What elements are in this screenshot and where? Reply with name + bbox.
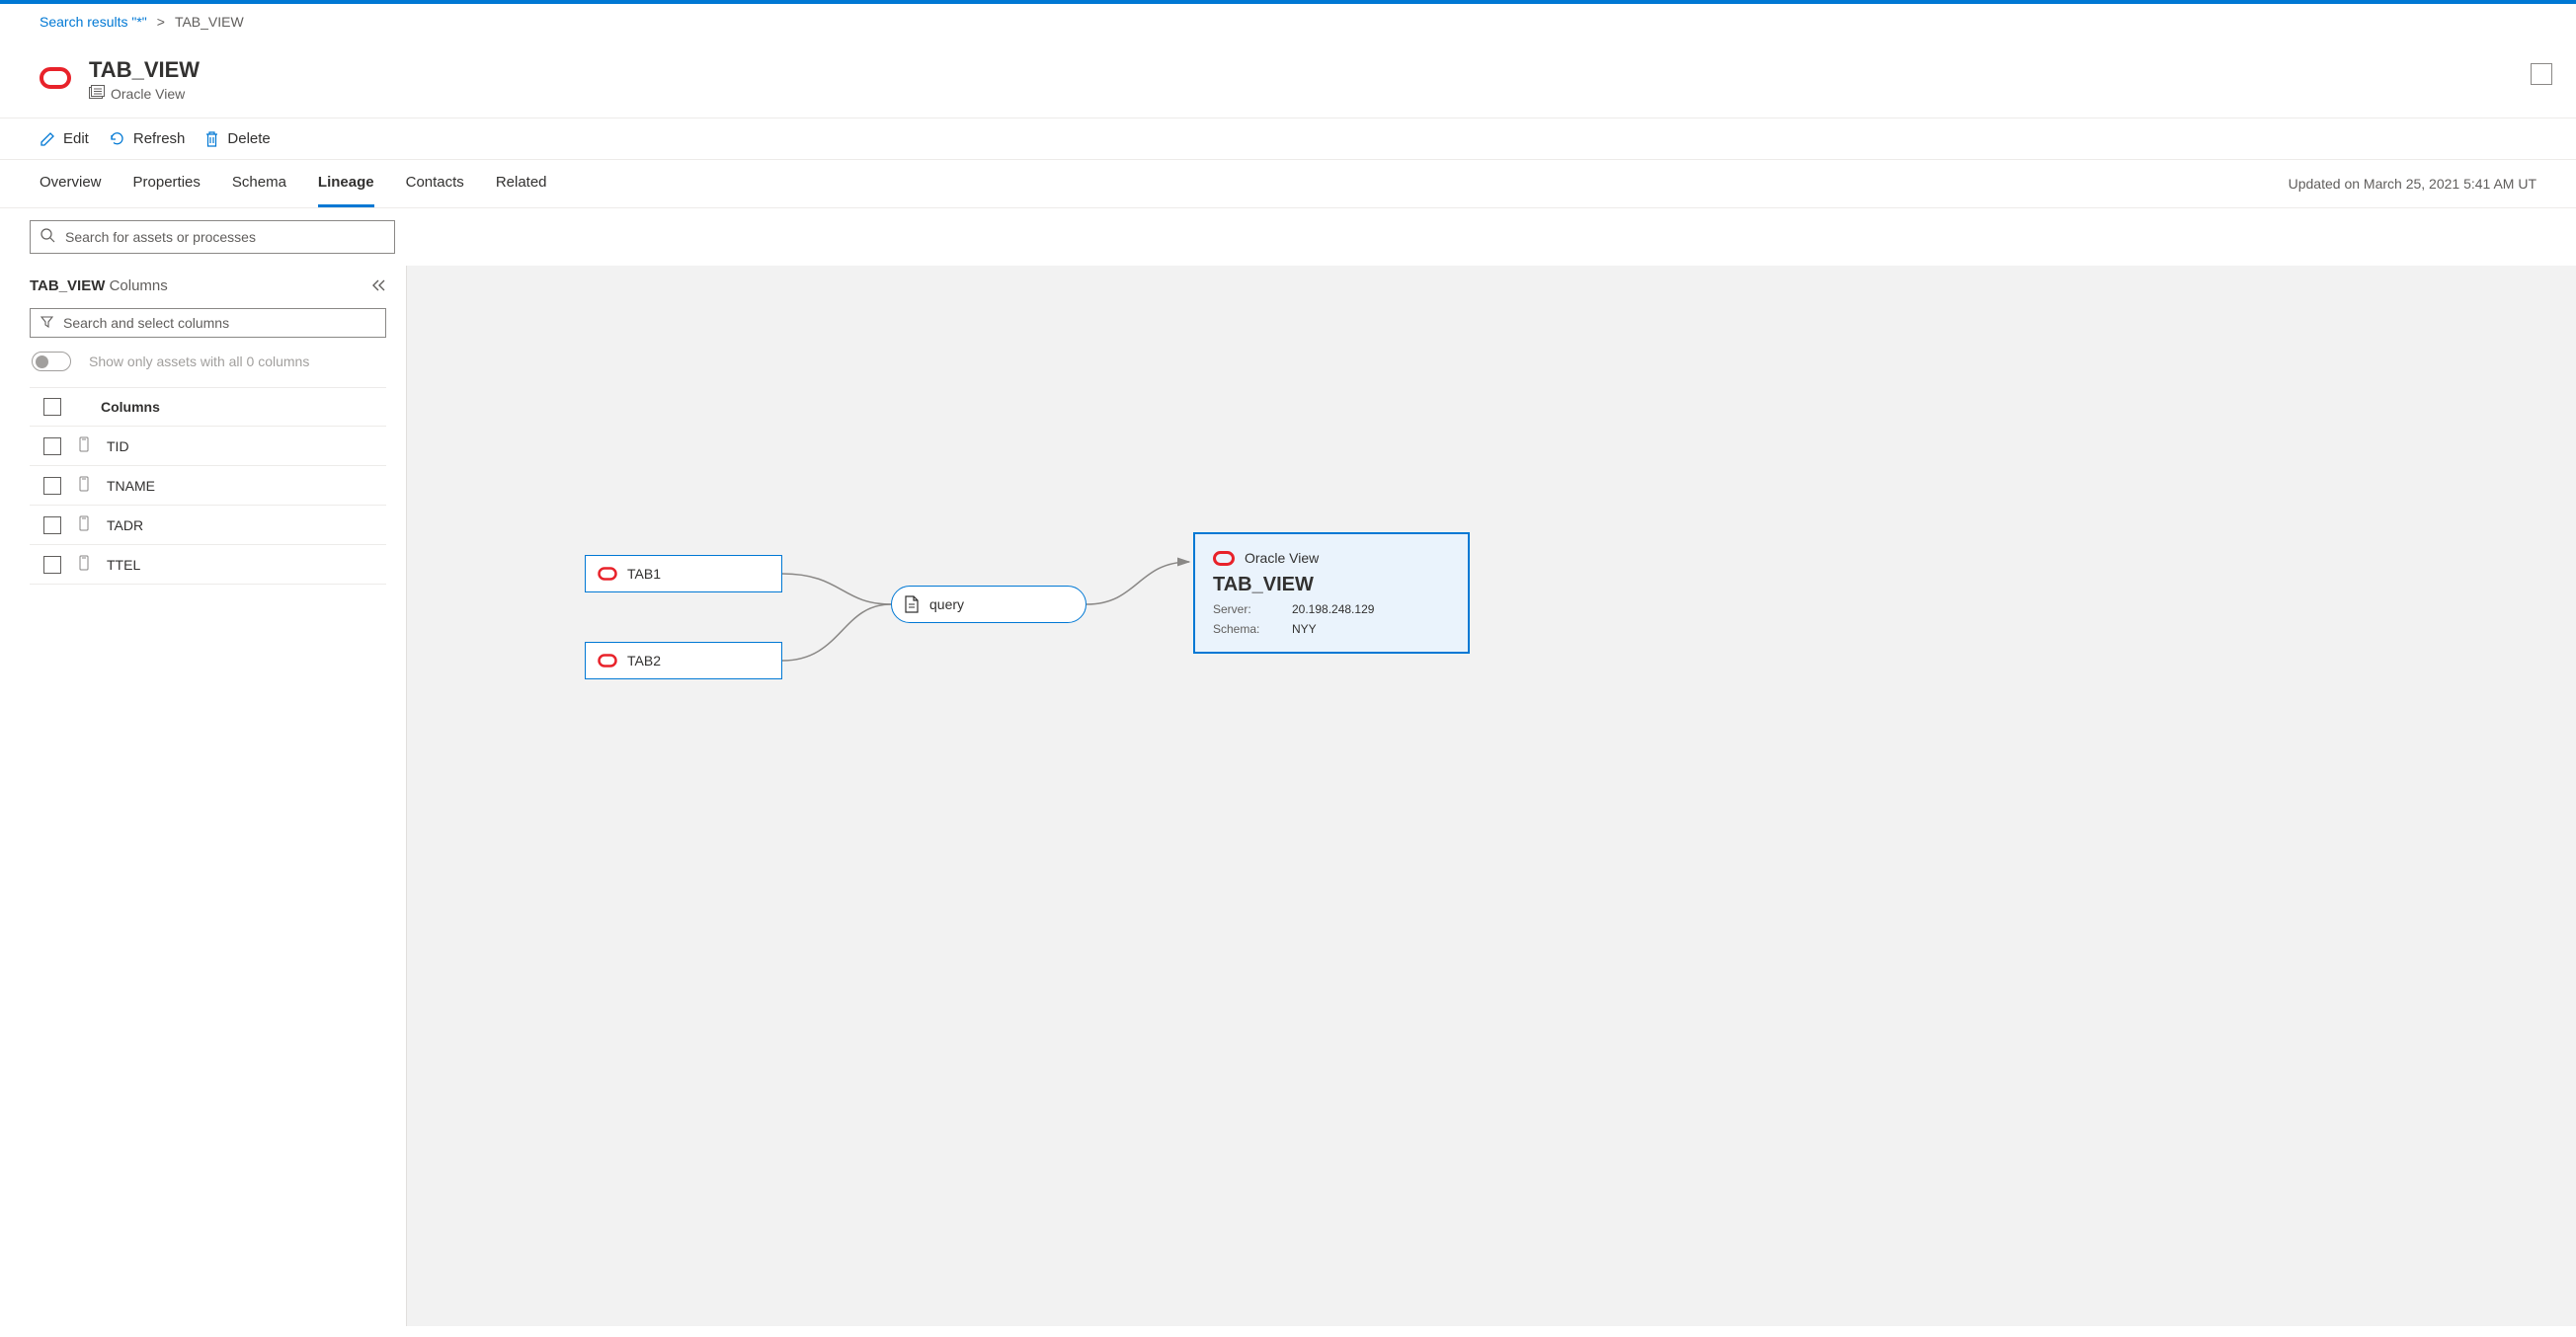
column-name: TADR	[107, 517, 143, 533]
panel-header: TAB_VIEW Columns	[30, 277, 386, 294]
lineage-node-label: query	[929, 596, 964, 612]
page-header: TAB_VIEW Oracle View	[0, 39, 2576, 118]
column-name: TTEL	[107, 557, 140, 573]
column-row[interactable]: TTEL	[30, 545, 386, 585]
lineage-node-detail[interactable]: Oracle View TAB_VIEW Server: 20.198.248.…	[1193, 532, 1470, 654]
breadcrumb-current: TAB_VIEW	[175, 14, 244, 30]
column-row[interactable]: TID	[30, 427, 386, 466]
oracle-icon	[598, 567, 617, 581]
search-input[interactable]	[65, 229, 384, 245]
lineage-edges	[407, 266, 2576, 1326]
edit-label: Edit	[63, 130, 89, 147]
lineage-node-query[interactable]: query	[891, 586, 1087, 623]
column-icon	[79, 476, 89, 495]
panel-title: TAB_VIEW	[30, 277, 105, 294]
delete-icon	[204, 131, 219, 147]
filter-icon	[40, 315, 53, 331]
chevron-double-left-icon	[372, 279, 386, 291]
column-row[interactable]: TADR	[30, 506, 386, 545]
column-row[interactable]: TNAME	[30, 466, 386, 506]
refresh-label: Refresh	[133, 130, 186, 147]
column-icon	[79, 515, 89, 534]
header-action-button[interactable]	[2531, 63, 2552, 85]
lineage-detail-schema-value: NYY	[1292, 622, 1317, 636]
columns-header-label: Columns	[101, 399, 160, 415]
document-icon	[904, 595, 920, 613]
content-area: TAB_VIEW Columns Show only assets with a…	[0, 266, 2576, 1326]
breadcrumb-separator: >	[157, 14, 165, 30]
column-icon	[79, 555, 89, 574]
tab-contacts[interactable]: Contacts	[406, 160, 464, 207]
lineage-canvas[interactable]: TAB1 TAB2 query Oracle View TAB_VIEW Ser…	[407, 266, 2576, 1326]
breadcrumb-link-search-results[interactable]: Search results "*"	[40, 14, 147, 30]
toggle-row: Show only assets with all 0 columns	[30, 352, 386, 371]
page-subtitle: Oracle View	[89, 85, 200, 102]
toggle-label: Show only assets with all 0 columns	[89, 354, 309, 369]
oracle-icon	[598, 654, 617, 668]
columns-header-row: Columns	[30, 387, 386, 427]
column-name: TNAME	[107, 478, 155, 494]
edit-icon	[40, 131, 55, 147]
tab-schema[interactable]: Schema	[232, 160, 286, 207]
view-icon	[89, 85, 105, 102]
search-row	[0, 208, 2576, 266]
show-only-toggle[interactable]	[32, 352, 71, 371]
column-name: TID	[107, 438, 129, 454]
column-filter-input[interactable]	[63, 315, 375, 331]
delete-button[interactable]: Delete	[204, 130, 270, 147]
edit-button[interactable]: Edit	[40, 130, 89, 147]
tab-related[interactable]: Related	[496, 160, 547, 207]
columns-list: Columns TID TNAME TADR TTEL	[30, 387, 386, 585]
column-checkbox[interactable]	[43, 556, 61, 574]
column-checkbox[interactable]	[43, 477, 61, 495]
oracle-icon	[1213, 551, 1235, 566]
column-icon	[79, 436, 89, 455]
lineage-detail-server-value: 20.198.248.129	[1292, 602, 1374, 616]
lineage-node-label: TAB2	[627, 653, 661, 668]
lineage-node-label: TAB1	[627, 566, 661, 582]
column-filter-box[interactable]	[30, 308, 386, 338]
tab-overview[interactable]: Overview	[40, 160, 102, 207]
search-box[interactable]	[30, 220, 395, 254]
lineage-detail-schema-label: Schema:	[1213, 622, 1268, 636]
tab-lineage[interactable]: Lineage	[318, 160, 374, 207]
tabs: Overview Properties Schema Lineage Conta…	[40, 160, 547, 207]
refresh-button[interactable]: Refresh	[109, 130, 186, 147]
page-subtitle-text: Oracle View	[111, 86, 185, 102]
tabs-row: Overview Properties Schema Lineage Conta…	[0, 160, 2576, 208]
select-all-checkbox[interactable]	[43, 398, 61, 416]
lineage-node-tab2[interactable]: TAB2	[585, 642, 782, 679]
lineage-detail-type: Oracle View	[1245, 550, 1319, 566]
oracle-icon	[40, 67, 71, 92]
lineage-detail-server-label: Server:	[1213, 602, 1268, 616]
columns-panel: TAB_VIEW Columns Show only assets with a…	[0, 266, 407, 1326]
tab-properties[interactable]: Properties	[133, 160, 201, 207]
search-icon	[40, 228, 55, 246]
page-title: TAB_VIEW	[89, 57, 200, 83]
column-checkbox[interactable]	[43, 516, 61, 534]
lineage-node-tab1[interactable]: TAB1	[585, 555, 782, 592]
breadcrumb: Search results "*" > TAB_VIEW	[0, 4, 2576, 39]
collapse-panel-button[interactable]	[372, 278, 386, 294]
delete-label: Delete	[227, 130, 270, 147]
updated-timestamp: Updated on March 25, 2021 5:41 AM UT	[2289, 176, 2536, 192]
lineage-detail-name: TAB_VIEW	[1213, 574, 1450, 596]
panel-title-sub-text: Columns	[110, 277, 168, 294]
column-checkbox[interactable]	[43, 437, 61, 455]
toolbar: Edit Refresh Delete	[0, 118, 2576, 160]
refresh-icon	[109, 130, 125, 147]
